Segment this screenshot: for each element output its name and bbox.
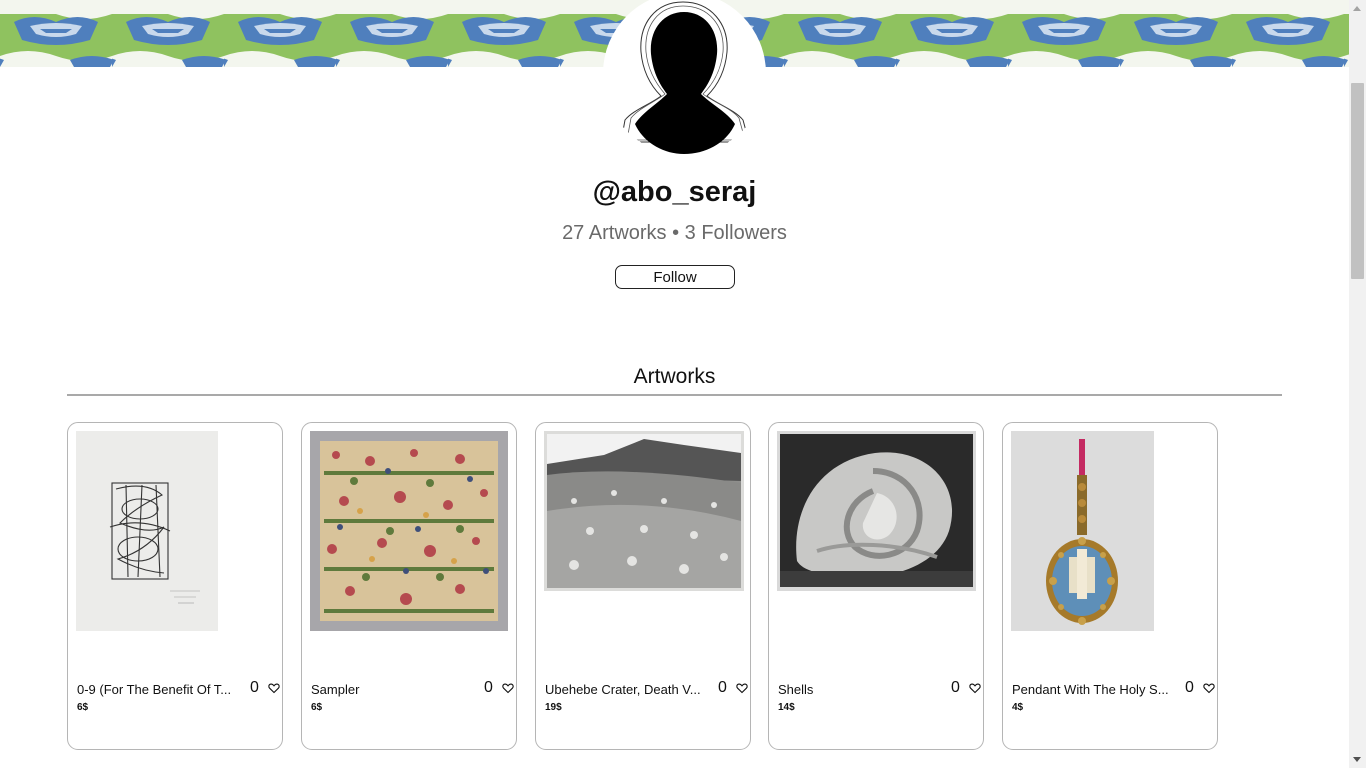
artwork-title: Shells [778,682,814,697]
artwork-price: 6$ [77,702,89,713]
artwork-card[interactable]: Sampler 0 6$ [301,422,517,750]
like-count: 0 [951,679,960,696]
profile-username: @abo_seraj [592,176,757,208]
artwork-price: 6$ [311,702,323,713]
scroll-up-arrow-icon[interactable] [1353,6,1361,11]
artwork-image[interactable] [777,431,976,591]
artwork-card[interactable]: Shells 0 14$ [768,422,984,750]
artwork-price: 4$ [1012,702,1024,713]
follow-button[interactable]: Follow [615,265,735,289]
artwork-price: 19$ [545,702,562,713]
artwork-price: 14$ [778,702,795,713]
section-divider [67,394,1282,396]
like-count: 0 [1185,679,1194,696]
heart-outline-icon[interactable] [969,682,981,694]
like-count: 0 [250,679,259,696]
heart-outline-icon[interactable] [268,682,280,694]
heart-outline-icon[interactable] [736,682,748,694]
artwork-card[interactable]: Ubehebe Crater, Death V... 0 19$ [535,422,751,750]
artwork-image[interactable] [544,431,744,591]
artwork-image[interactable] [1011,431,1154,631]
heart-outline-icon[interactable] [502,682,514,694]
artwork-card[interactable]: Pendant With The Holy S... 0 4$ [1002,422,1218,750]
person-silhouette-icon [603,0,766,155]
artwork-image[interactable] [310,431,508,631]
artwork-title: Ubehebe Crater, Death V... [545,682,701,697]
scrollbar-thumb[interactable] [1351,83,1364,279]
artwork-title: Pendant With The Holy S... [1012,682,1169,697]
scroll-down-arrow-icon[interactable] [1353,757,1361,762]
artwork-title: Sampler [311,682,360,697]
avatar [603,0,766,155]
artwork-title: 0-9 (For The Benefit Of T... [77,682,232,697]
artwork-card[interactable]: 0-9 (For The Benefit Of T... 0 6$ [67,422,283,750]
like-count: 0 [484,679,493,696]
like-count: 0 [718,679,727,696]
section-title: Artworks [633,365,716,388]
artwork-image[interactable] [76,431,218,631]
heart-outline-icon[interactable] [1203,682,1215,694]
profile-stats: 27 Artworks • 3 Followers [562,222,787,244]
